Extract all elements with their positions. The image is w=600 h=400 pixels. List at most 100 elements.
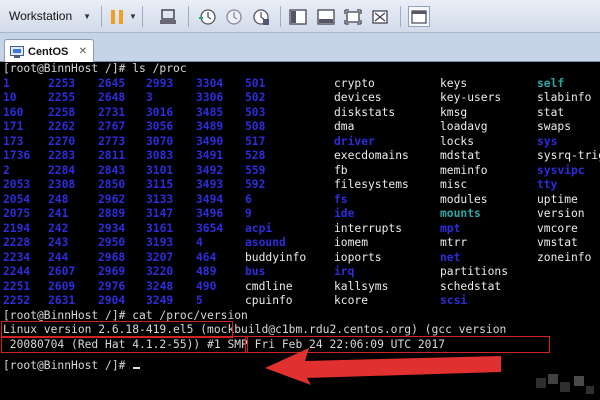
proc-entry: 464 [196, 250, 217, 264]
proc-entry: 517 [245, 134, 266, 148]
send-ctrl-alt-del-icon[interactable] [157, 6, 179, 27]
terminal-line-ls-command: [root@BinnHost /]# ls /proc [3, 62, 187, 75]
proc-entry: swaps [537, 120, 572, 133]
proc-entry: net [440, 250, 461, 264]
proc-entry: acpi [245, 221, 273, 235]
proc-entry: 248 [48, 192, 69, 206]
proc-entry: 3492 [196, 163, 224, 177]
proc-entry: irq [334, 265, 355, 278]
proc-entry: 2253 [48, 76, 76, 90]
proc-entry: iomem [334, 236, 369, 249]
proc-entry: ide [334, 207, 355, 220]
thumbnail-bar-icon[interactable] [315, 6, 337, 27]
proc-entry: tty [537, 178, 558, 191]
power-menu-chevron-icon[interactable]: ▼ [128, 7, 138, 27]
snapshot-revert-icon[interactable] [223, 6, 245, 27]
proc-entry: 6 [245, 192, 252, 206]
proc-entry: 3494 [196, 192, 224, 206]
proc-entry: 528 [245, 149, 266, 162]
workstation-menu-button[interactable]: Workstation ▼ [3, 6, 95, 27]
proc-entry: schedstat [440, 279, 502, 293]
proc-entry: interrupts [334, 221, 403, 235]
proc-entry: partitions [440, 265, 509, 278]
proc-entry: 489 [196, 265, 217, 278]
proc-entry: filesystems [334, 178, 409, 191]
proc-entry: mdstat [440, 149, 481, 162]
proc-entry: 503 [245, 105, 266, 119]
proc-entry: self [537, 76, 565, 90]
proc-entry: dma [334, 120, 355, 133]
proc-entry: 2284 [48, 163, 76, 177]
proc-entry: vmcore [537, 221, 578, 235]
proc-entry: key-users [440, 91, 502, 104]
proc-entry: 3101 [146, 163, 174, 177]
toolbar-divider [101, 6, 102, 27]
proc-entry: modules [440, 192, 488, 206]
proc-entry: 2904 [98, 294, 126, 307]
terminal-line-prompt: [root@BinnHost /]# [3, 359, 141, 374]
proc-entry: 592 [245, 178, 266, 191]
proc-entry: 2968 [98, 250, 126, 264]
proc-entry: 2609 [48, 279, 76, 293]
proc-entry: 5 [196, 294, 203, 307]
proc-entry: 3304 [196, 76, 224, 90]
proc-entry: 2976 [98, 279, 126, 293]
proc-entry: cpuinfo [245, 294, 293, 307]
proc-entry: 2993 [146, 76, 174, 90]
snapshot-manager-icon[interactable] [250, 6, 272, 27]
proc-entry: fb [334, 163, 348, 177]
annotation-arrow-icon [265, 348, 501, 385]
proc-entry: vmstat [537, 236, 578, 249]
proc-entry: 3070 [146, 134, 174, 148]
proc-entry: 2194 [3, 221, 31, 235]
proc-entry: fs [334, 192, 348, 206]
proc-entry: 2843 [98, 163, 126, 177]
proc-entry: uptime [537, 192, 578, 206]
proc-entry: diskstats [334, 105, 396, 119]
toolbar-divider [280, 6, 281, 27]
proc-entry: 2075 [3, 207, 31, 220]
tab-centos[interactable]: CentOS ✕ [4, 39, 94, 63]
close-icon[interactable]: ✕ [79, 46, 87, 57]
proc-entry: 3489 [196, 120, 224, 133]
proc-entry: cmdline [245, 279, 293, 293]
proc-entry: 2244 [3, 265, 31, 278]
proc-entry: 171 [3, 120, 24, 133]
proc-entry: scsi [440, 294, 468, 307]
unity-mode-icon[interactable] [369, 6, 391, 27]
proc-entry: 2053 [3, 178, 31, 191]
pause-icon[interactable] [106, 6, 128, 27]
proc-entry: 3056 [146, 120, 174, 133]
proc-entry: 2962 [98, 192, 126, 206]
proc-entry: 2252 [3, 294, 31, 307]
library-sidebar-icon[interactable] [287, 6, 309, 27]
proc-entry: 3249 [146, 294, 174, 307]
proc-entry: 2645 [98, 76, 126, 90]
proc-entry: 4 [196, 236, 203, 249]
text-cursor [133, 367, 141, 369]
proc-entry: execdomains [334, 149, 409, 162]
proc-entry: 2270 [48, 134, 76, 148]
proc-entry: 2258 [48, 105, 76, 119]
console-view-icon[interactable] [408, 6, 430, 27]
proc-entry: 2850 [98, 178, 126, 191]
proc-entry: zoneinfo [537, 250, 592, 264]
proc-entry: 2969 [98, 265, 126, 278]
vmware-toolbar: Workstation ▼ ▼ [0, 0, 600, 33]
proc-entry: 2811 [98, 149, 126, 162]
proc-entry: 3491 [196, 149, 224, 162]
snapshot-take-icon[interactable] [196, 6, 218, 27]
proc-entry: ioports [334, 250, 382, 264]
proc-entry: 2228 [3, 236, 31, 249]
proc-entry: 243 [48, 236, 69, 249]
proc-entry: 2283 [48, 149, 76, 162]
proc-entry: 3 [146, 91, 153, 104]
full-screen-icon[interactable] [342, 6, 364, 27]
proc-entry: 3161 [146, 221, 174, 235]
proc-entry: locks [440, 134, 475, 148]
toolbar-divider [400, 6, 401, 27]
toolbar-divider [188, 6, 189, 27]
proc-entry: 3248 [146, 279, 174, 293]
proc-entry: 160 [3, 105, 24, 119]
proc-entry: loadavg [440, 120, 488, 133]
